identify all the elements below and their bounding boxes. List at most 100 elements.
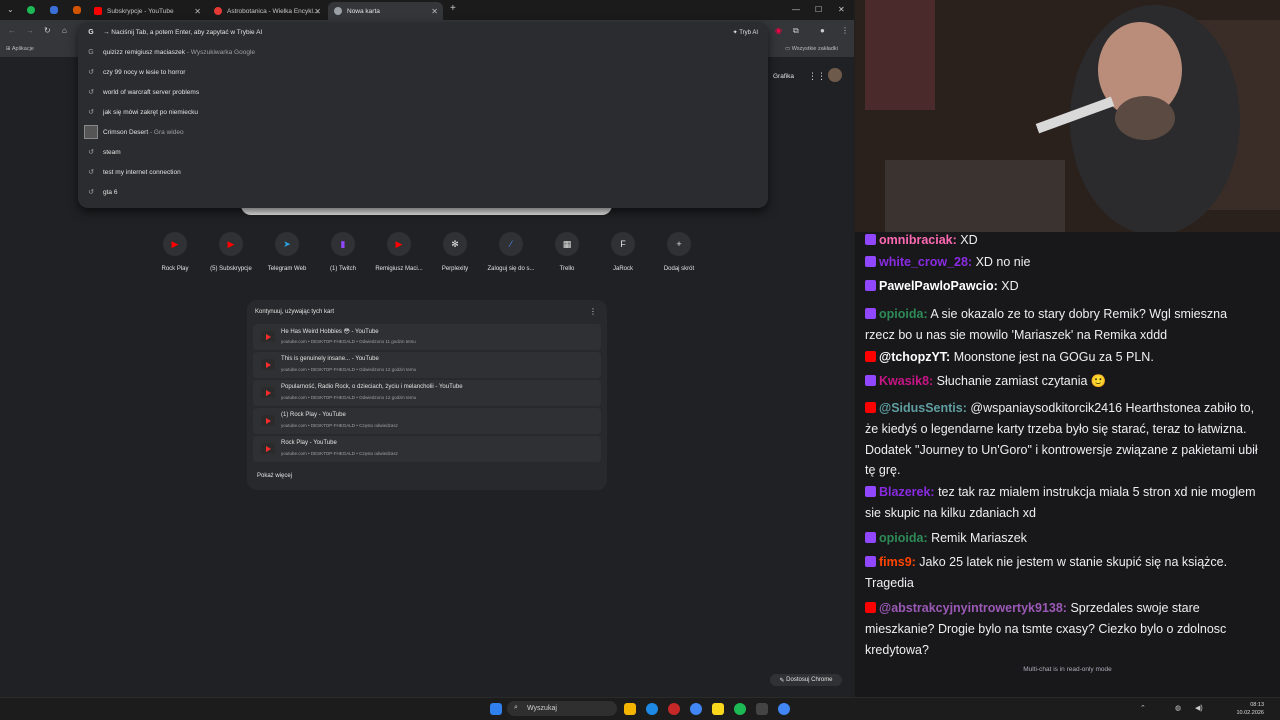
shortcut-tile[interactable]: ▦ Trello: [539, 232, 595, 272]
suggestion-text: world of warcraft server problems: [103, 89, 199, 96]
more-options-icon[interactable]: ⋮: [589, 307, 597, 316]
apps-grid-icon[interactable]: ⋮⋮: [808, 71, 826, 82]
youtube-icon: [261, 415, 275, 426]
suggestion-detail: - Gra wideo: [148, 128, 184, 136]
shortcut-tile[interactable]: ▶ (5) Subskrypcje: [203, 232, 259, 272]
forward-icon[interactable]: →: [26, 26, 34, 35]
shortcut-tile[interactable]: ➤ Telegram Web: [259, 232, 315, 272]
tab-astrobotanica[interactable]: Astrobotanica - Wielka Encykl... ✕: [208, 2, 326, 20]
network-icon[interactable]: ◍: [1175, 704, 1181, 712]
shortcut-tile[interactable]: ✻ Perplexity: [427, 232, 483, 272]
new-tab-icon[interactable]: +: [450, 3, 456, 14]
chat-username[interactable]: @SidusSentis:: [879, 401, 967, 415]
tray-chevron-icon[interactable]: ⌃: [1140, 704, 1146, 712]
volume-icon[interactable]: ◀): [1195, 704, 1203, 712]
shortcut-tile[interactable]: F JaRock: [595, 232, 651, 272]
chat-text: Jako 25 latek nie jestem w stanie skupić…: [865, 555, 1228, 590]
file-explorer-icon[interactable]: [624, 703, 636, 715]
chrome-icon[interactable]: [690, 703, 702, 715]
profile-icon[interactable]: ●: [820, 26, 825, 35]
tab-search-icon[interactable]: ⌄: [7, 5, 14, 14]
chat-username[interactable]: @abstrakcyjnyintrowertyk9138:: [879, 601, 1067, 615]
close-window-icon[interactable]: ✕: [838, 5, 845, 14]
chat-message: white_crow_28: XD no nie: [865, 252, 1260, 273]
resume-item-meta: youtube.com • DESKTOP-FHEGALD • Odwiedzo…: [281, 395, 417, 400]
avatar[interactable]: [828, 68, 842, 82]
shortcut-icon: ▮: [331, 232, 355, 256]
shortcut-label: Rock Play: [161, 266, 189, 272]
chat-username[interactable]: white_crow_28:: [879, 255, 972, 269]
resume-item-title: Popularność, Radio Rock, o dzieciach, ży…: [281, 384, 463, 390]
chat-username[interactable]: opioida:: [879, 307, 928, 321]
customize-chrome-button[interactable]: ✎ Dostosuj Chrome: [770, 674, 842, 686]
chat-username[interactable]: PawelPawloPawcio:: [879, 279, 998, 293]
pinned-tab-icon[interactable]: [73, 6, 81, 14]
omnibox-input[interactable]: G → Naciśnij Tab, a potem Enter, aby zap…: [78, 22, 768, 42]
shortcut-icon: ▦: [555, 232, 579, 256]
chat-username[interactable]: opioida:: [879, 531, 928, 545]
minimize-icon[interactable]: —: [792, 5, 800, 14]
windows-start-icon[interactable]: [490, 703, 502, 715]
chat-username[interactable]: @tchopzYT:: [879, 350, 950, 364]
pinned-tab-icon[interactable]: [50, 6, 58, 14]
resume-item[interactable]: Popularność, Radio Rock, o dzieciach, ży…: [253, 380, 601, 406]
resume-item[interactable]: He Has Weird Hobbies 😳 - YouTube youtube.…: [253, 324, 601, 350]
app-icon[interactable]: [756, 703, 768, 715]
customize-label: Dostosuj Chrome: [786, 677, 833, 683]
omnibox-suggestion[interactable]: ↺ test my internet connection: [78, 162, 768, 182]
close-tab-icon[interactable]: ✕: [194, 7, 201, 16]
extensions-puzzle-icon[interactable]: ⧉: [793, 26, 799, 36]
chat-text: XD no nie: [972, 254, 1031, 269]
back-icon[interactable]: ←: [8, 26, 16, 35]
chrome-icon[interactable]: [778, 703, 790, 715]
chat-username[interactable]: Kwasik8:: [879, 374, 933, 388]
close-tab-icon[interactable]: ✕: [431, 7, 438, 16]
notes-icon[interactable]: [712, 703, 724, 715]
reload-icon[interactable]: ↻: [44, 26, 51, 35]
omnibox-suggestion[interactable]: Crimson Desert - Gra wideo: [78, 122, 768, 142]
history-icon: ↺: [88, 109, 94, 116]
spotify-icon[interactable]: [734, 703, 746, 715]
tab-subskrypcje[interactable]: Subskrypcje - YouTube ✕: [88, 2, 206, 20]
twitch-badge-icon: [865, 556, 876, 567]
images-link[interactable]: Grafika: [773, 73, 794, 80]
shortcut-tile[interactable]: + Dodaj skrót: [651, 232, 707, 272]
pinned-tab-icon[interactable]: [27, 6, 35, 14]
show-more-link[interactable]: Pokaż więcej: [257, 473, 292, 479]
shortcut-label: Dodaj skrót: [663, 266, 695, 272]
all-bookmarks[interactable]: ▭ Wszystkie zakładki: [785, 46, 838, 52]
tab-label: Subskrypcje - YouTube: [107, 7, 174, 15]
close-tab-icon[interactable]: ✕: [314, 7, 321, 16]
maximize-icon[interactable]: ☐: [815, 5, 822, 14]
apps-bookmark[interactable]: ⊞ Aplikacje: [6, 46, 34, 52]
omnibox-suggestion[interactable]: ↺ steam: [78, 142, 768, 162]
shortcut-tile[interactable]: ▶ Rock Play: [147, 232, 203, 272]
menu-kebab-icon[interactable]: ⋮: [841, 26, 849, 35]
shortcut-icon: ▶: [163, 232, 187, 256]
omnibox-suggestion[interactable]: Gquizizz remigiusz maciaszek - Wyszukiwa…: [78, 42, 768, 62]
suggestion-query: quizizz remigiusz maciaszek: [103, 48, 185, 56]
chat-username[interactable]: fims9:: [879, 555, 916, 569]
twitch-badge-icon: [865, 486, 876, 497]
home-icon[interactable]: ⌂: [62, 26, 67, 35]
opera-icon[interactable]: [668, 703, 680, 715]
shortcut-tile[interactable]: ▮ (1) Twitch: [315, 232, 371, 272]
omnibox-suggestion[interactable]: ↺ czy 99 nocy w lesie to horror: [78, 62, 768, 82]
ai-mode-button[interactable]: ✦ Tryb AI: [733, 29, 758, 36]
shortcut-tile[interactable]: ⁄ Zaloguj się do s...: [483, 232, 539, 272]
edge-icon[interactable]: [646, 703, 658, 715]
tab-nowa-karta[interactable]: Nowa karta ✕: [328, 2, 443, 20]
chat-username[interactable]: Blazerek:: [879, 485, 935, 499]
taskbar-search[interactable]: ⌕ Wyszukaj: [507, 701, 617, 716]
chat-username[interactable]: omnibraciak:: [879, 233, 957, 247]
resume-item[interactable]: (1) Rock Play - YouTube youtube.com • DES…: [253, 408, 601, 434]
shortcut-tile[interactable]: ▶ Remigiusz Maci...: [371, 232, 427, 272]
omnibox-suggestion[interactable]: ↺ gta 6: [78, 182, 768, 202]
youtube-icon: [261, 331, 275, 342]
omnibox-suggestion[interactable]: ↺ world of warcraft server problems: [78, 82, 768, 102]
omnibox-suggestion[interactable]: ↺ jak się mówi zakręt po niemiecku: [78, 102, 768, 122]
resume-item[interactable]: This is genuinely insane... - YouTube you…: [253, 352, 601, 378]
clock[interactable]: 08:13 10.02.2026: [1236, 701, 1264, 717]
resume-item[interactable]: Rock Play - YouTube youtube.com • DESKTOP…: [253, 436, 601, 462]
extension-icon[interactable]: ◉: [775, 26, 782, 35]
